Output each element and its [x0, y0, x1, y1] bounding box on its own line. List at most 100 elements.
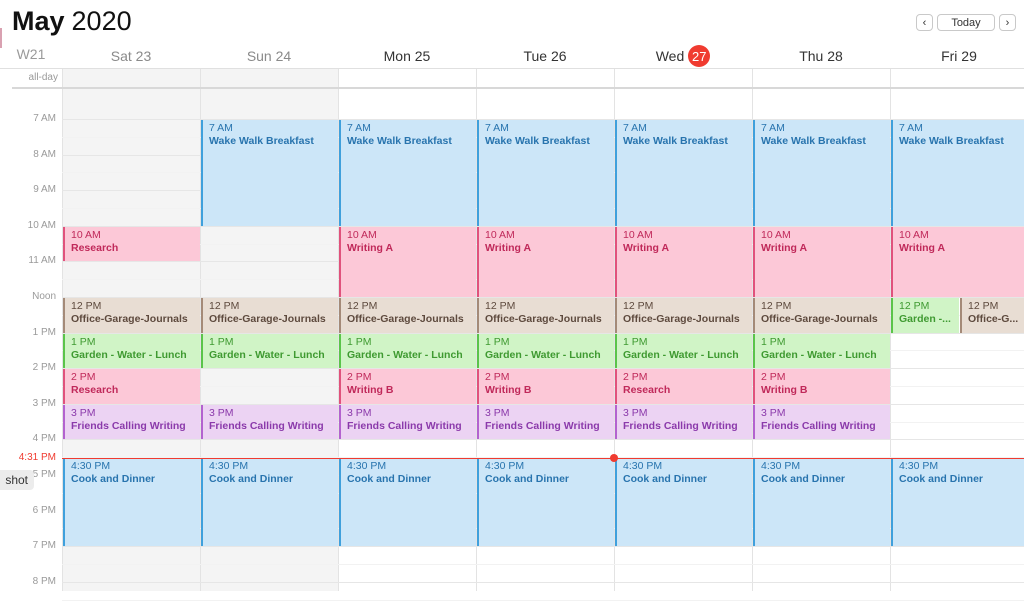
- event-title: Writing A: [899, 241, 946, 254]
- calendar-event[interactable]: 12 PM Garden -...: [891, 298, 959, 333]
- day-header-today[interactable]: Wed 27: [614, 44, 752, 68]
- event-title: Cook and Dinner: [71, 473, 156, 486]
- event-time: 1 PM: [623, 335, 648, 348]
- calendar-event[interactable]: 2 PM Research: [615, 369, 752, 404]
- calendar-event[interactable]: 7 AM Wake Walk Breakfast: [201, 120, 338, 226]
- calendar-event[interactable]: 7 AM Wake Walk Breakfast: [891, 120, 1024, 226]
- event-title: Writing B: [485, 384, 532, 397]
- calendar-event[interactable]: 7 AM Wake Walk Breakfast: [753, 120, 890, 226]
- calendar-event[interactable]: 3 PM Friends Calling Writing: [753, 404, 890, 440]
- event-time: 12 PM: [761, 300, 792, 312]
- event-title: Friends Calling Writing: [761, 419, 876, 432]
- day-header[interactable]: Thu 28: [752, 44, 890, 68]
- calendar-event[interactable]: 10 AM Writing A: [753, 226, 890, 297]
- event-title: Garden -...: [899, 313, 951, 325]
- event-title: Research: [623, 384, 671, 397]
- event-title: Friends Calling Writing: [485, 419, 600, 432]
- event-time: 1 PM: [347, 335, 372, 348]
- event-title: Garden - Water - Lunch: [761, 348, 877, 361]
- event-title: Office-Garage-Journals: [71, 313, 188, 325]
- event-time: 1 PM: [485, 335, 510, 348]
- calendar-event[interactable]: 1 PM Garden - Water - Lunch: [753, 333, 890, 369]
- screenshot-tooltip: shot: [0, 470, 34, 490]
- calendar-event[interactable]: 10 AM Writing A: [477, 226, 614, 297]
- calendar-event[interactable]: 10 AM Writing A: [339, 226, 476, 297]
- calendar-event[interactable]: 2 PM Writing B: [753, 369, 890, 404]
- calendar-event[interactable]: 10 AM Research: [63, 226, 200, 262]
- calendar-event[interactable]: 12 PM Office-G...: [960, 298, 1024, 333]
- today-button[interactable]: Today: [937, 14, 995, 31]
- event-title: Office-G...: [968, 313, 1019, 325]
- day-header[interactable]: Sat 23: [62, 44, 200, 68]
- event-time: 2 PM: [71, 371, 96, 384]
- calendar-event[interactable]: 7 AM Wake Walk Breakfast: [339, 120, 476, 226]
- event-time: 12 PM: [968, 300, 999, 312]
- event-time: 2 PM: [347, 371, 372, 384]
- calendar-event[interactable]: 4:30 PM Cook and Dinner: [891, 458, 1024, 547]
- event-title: Wake Walk Breakfast: [761, 135, 866, 147]
- calendar-event[interactable]: 4:30 PM Cook and Dinner: [615, 458, 752, 547]
- event-title: Garden - Water - Lunch: [347, 348, 463, 361]
- calendar-event[interactable]: 12 PM Office-Garage-Journals: [753, 298, 890, 333]
- event-time: 7 AM: [899, 122, 923, 134]
- calendar-event[interactable]: 3 PM Friends Calling Writing: [615, 404, 752, 440]
- calendar-event[interactable]: 12 PM Office-Garage-Journals: [615, 298, 752, 333]
- calendar-event[interactable]: 3 PM Friends Calling Writing: [201, 404, 338, 440]
- current-time-label: 4:31 PM: [18, 452, 56, 463]
- calendar-event[interactable]: 4:30 PM Cook and Dinner: [339, 458, 476, 547]
- event-title: Writing A: [761, 241, 808, 254]
- event-title: Garden - Water - Lunch: [71, 348, 187, 361]
- event-title: Cook and Dinner: [623, 473, 708, 486]
- event-time: 3 PM: [71, 406, 96, 419]
- calendar-event[interactable]: 1 PM Garden - Water - Lunch: [477, 333, 614, 369]
- calendar-event[interactable]: 10 AM Writing A: [891, 226, 1024, 297]
- event-title: Cook and Dinner: [209, 473, 294, 486]
- calendar-event[interactable]: 12 PM Office-Garage-Journals: [339, 298, 476, 333]
- calendar-event[interactable]: 1 PM Garden - Water - Lunch: [63, 333, 200, 369]
- calendar-event[interactable]: 1 PM Garden - Water - Lunch: [615, 333, 752, 369]
- event-time: 1 PM: [209, 335, 234, 348]
- day-header[interactable]: Fri 29: [890, 44, 1024, 68]
- calendar-event[interactable]: 12 PM Office-Garage-Journals: [477, 298, 614, 333]
- event-time: 4:30 PM: [761, 460, 801, 473]
- previous-week-button[interactable]: ‹: [916, 14, 933, 31]
- hour-label: 9 AM: [33, 184, 56, 195]
- event-time: 7 AM: [347, 122, 371, 134]
- day-label: Tue 26: [523, 48, 567, 64]
- calendar-event[interactable]: 12 PM Office-Garage-Journals: [63, 298, 200, 333]
- calendar-event[interactable]: 4:30 PM Cook and Dinner: [753, 458, 890, 547]
- calendar-event[interactable]: 3 PM Friends Calling Writing: [339, 404, 476, 440]
- calendar-event[interactable]: 3 PM Friends Calling Writing: [477, 404, 614, 440]
- event-time: 4:30 PM: [71, 460, 111, 473]
- calendar-event[interactable]: 2 PM Writing B: [477, 369, 614, 404]
- event-title: Writing A: [623, 241, 670, 254]
- day-header[interactable]: Sun 24: [200, 44, 338, 68]
- current-time-line: [62, 458, 1024, 459]
- calendar-event[interactable]: 2 PM Research: [63, 369, 200, 404]
- calendar-event[interactable]: 3 PM Friends Calling Writing: [63, 404, 200, 440]
- calendar-event[interactable]: 1 PM Garden - Water - Lunch: [339, 333, 476, 369]
- event-time: 12 PM: [209, 300, 240, 312]
- calendar-event[interactable]: 1 PM Garden - Water - Lunch: [201, 333, 338, 369]
- calendar-event[interactable]: 4:30 PM Cook and Dinner: [201, 458, 338, 547]
- event-time: 12 PM: [485, 300, 516, 312]
- hour-label: Noon: [32, 291, 56, 302]
- calendar-event[interactable]: 12 PM Office-Garage-Journals: [201, 298, 338, 333]
- next-week-button[interactable]: ›: [999, 14, 1016, 31]
- event-title: Garden - Water - Lunch: [209, 348, 325, 361]
- calendar-event[interactable]: 4:30 PM Cook and Dinner: [477, 458, 614, 547]
- navigation-controls: ‹ Today ›: [916, 14, 1016, 31]
- day-label: Sun 24: [246, 48, 292, 64]
- day-header[interactable]: Tue 26: [476, 44, 614, 68]
- event-title: Writing B: [347, 384, 394, 397]
- event-title: Cook and Dinner: [485, 473, 570, 486]
- event-time: 12 PM: [71, 300, 102, 312]
- calendar-event[interactable]: 10 AM Writing A: [615, 226, 752, 297]
- calendar-event[interactable]: 4:30 PM Cook and Dinner: [63, 458, 200, 547]
- day-header[interactable]: Mon 25: [338, 44, 476, 68]
- calendar-event[interactable]: 7 AM Wake Walk Breakfast: [477, 120, 614, 226]
- all-day-row[interactable]: all-day: [0, 68, 1024, 89]
- calendar-event[interactable]: 7 AM Wake Walk Breakfast: [615, 120, 752, 226]
- calendar-event[interactable]: 2 PM Writing B: [339, 369, 476, 404]
- event-title: Research: [71, 384, 119, 397]
